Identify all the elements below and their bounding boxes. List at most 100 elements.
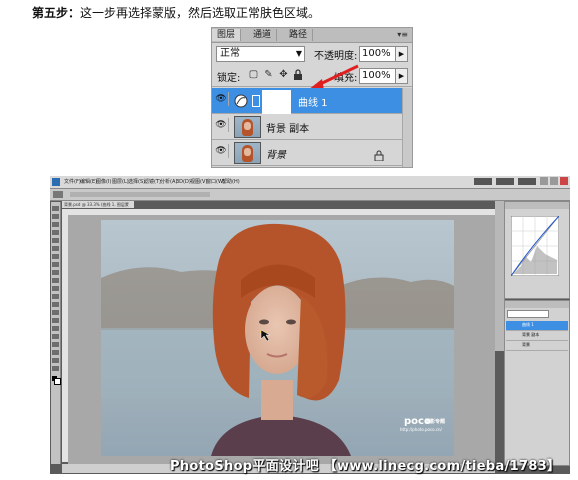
layers-scrollbar[interactable]: [402, 88, 412, 167]
tool-preset-icon[interactable]: [53, 191, 63, 198]
layers-panel-mini: 曲线 1 背景 副本 背景: [504, 300, 570, 466]
curves-graph[interactable]: [511, 216, 559, 276]
menu-file[interactable]: 文件(F): [64, 177, 81, 187]
stamp-tool-icon[interactable]: [52, 270, 59, 275]
mini-layer-row-background[interactable]: 背景: [506, 341, 568, 351]
eraser-tool-icon[interactable]: [52, 286, 59, 291]
pen-tool-icon[interactable]: [52, 318, 59, 323]
eye-icon[interactable]: 👁: [214, 92, 229, 106]
layer-name: 曲线 1: [298, 98, 328, 109]
workspace-button[interactable]: [518, 178, 536, 185]
mini-layer-name: 背景: [522, 342, 530, 347]
marquee-tool-icon[interactable]: [52, 214, 59, 219]
step-text: 这一步再选择蒙版，然后选取正常肤色区域。: [80, 6, 321, 20]
lasso-tool-icon[interactable]: [52, 222, 59, 227]
layer-row-background-copy[interactable]: 👁 背景 副本: [212, 114, 402, 140]
fill-slider-button[interactable]: ▶: [395, 68, 408, 84]
tab-channels[interactable]: 通道: [248, 29, 278, 41]
layer-thumbnail: [234, 116, 261, 138]
mini-blend-select[interactable]: [507, 310, 549, 318]
portrait-photo[interactable]: poco 摄影专题 http://photo.poco.cn/: [101, 220, 454, 456]
maximize-icon[interactable]: [550, 177, 558, 185]
photo-watermark-sub: 摄影专题: [425, 419, 446, 425]
mini-tabs[interactable]: [505, 301, 569, 308]
close-icon[interactable]: [560, 177, 568, 185]
lock-transparency-icon[interactable]: ▢: [248, 69, 259, 80]
step-label: 第五步：: [32, 6, 81, 20]
healing-tool-icon[interactable]: [52, 254, 59, 259]
move-tool-icon[interactable]: [52, 206, 59, 211]
eyedropper-tool-icon[interactable]: [52, 246, 59, 251]
blend-mode-value: 正常: [220, 48, 240, 59]
blur-tool-icon[interactable]: [52, 302, 59, 307]
layer-row-background[interactable]: 👁 背景: [212, 140, 402, 166]
ps-logo-icon: [52, 178, 60, 186]
layer-name: 背景 副本: [266, 124, 310, 135]
layers-panel: 图层 通道 路径 ▾≡ 正常 ▼ 不透明度: 100% ▶ 锁定: ▢ ✎ ✥ …: [211, 27, 413, 168]
toolbox: [51, 202, 61, 464]
panel-tabs: 图层 通道 路径 ▾≡: [212, 28, 412, 43]
photo-watermark-url: http://photo.poco.cn/: [400, 427, 442, 432]
tab-layers[interactable]: 图层: [212, 29, 242, 41]
panel-menu-icon[interactable]: ▾≡: [397, 30, 408, 39]
mini-layer-name: 曲线 1: [522, 322, 534, 327]
lock-label: 锁定:: [217, 73, 241, 84]
blend-mode-select[interactable]: 正常 ▼: [216, 46, 305, 62]
menu-filter[interactable]: 滤镜(T): [144, 177, 161, 187]
quick-select-tool-icon[interactable]: [52, 230, 59, 235]
lock-brush-icon[interactable]: ✎: [263, 69, 274, 80]
type-tool-icon[interactable]: [52, 326, 59, 331]
opacity-slider-button[interactable]: ▶: [395, 46, 408, 62]
brush-tool-icon[interactable]: [52, 262, 59, 267]
menu-3d[interactable]: 3D(D): [176, 177, 191, 187]
mini-layer-row-background-copy[interactable]: 背景 副本: [506, 331, 568, 341]
tab-paths[interactable]: 路径: [284, 29, 314, 41]
gradient-tool-icon[interactable]: [52, 294, 59, 299]
menu-image[interactable]: 图像(I): [96, 177, 111, 187]
blend-row: 正常 ▼ 不透明度: 100% ▶: [212, 44, 412, 64]
menu-bar: 文件(F) 编辑(E) 图像(I) 图层(L) 选择(S) 滤镜(T) 分析(A…: [50, 176, 570, 189]
layer-mask-thumbnail[interactable]: [262, 90, 291, 114]
minimize-icon[interactable]: [540, 177, 548, 185]
photoshop-window: 文件(F) 编辑(E) 图像(I) 图层(L) 选择(S) 滤镜(T) 分析(A…: [50, 176, 570, 474]
mini-layer-name: 背景 副本: [522, 332, 540, 337]
opacity-label: 不透明度:: [314, 51, 358, 62]
layer-row-curves[interactable]: 👁 曲线 1: [212, 88, 402, 114]
eye-icon[interactable]: 👁: [214, 144, 229, 158]
dodge-tool-icon[interactable]: [52, 310, 59, 315]
history-brush-icon[interactable]: [52, 278, 59, 283]
layer-thumbnail: [234, 142, 261, 164]
curves-adjustment-icon: [234, 93, 248, 108]
workspace-button[interactable]: [496, 178, 514, 185]
site-watermark: PhotoShop平面设计吧 【www.linecg.com/tieba/178…: [170, 459, 561, 474]
adjustments-panel: [504, 201, 570, 299]
background-color-swatch[interactable]: [54, 378, 61, 385]
menu-analysis[interactable]: 分析(A): [160, 177, 177, 187]
chevron-down-icon: ▼: [295, 49, 302, 58]
options-bar: [50, 189, 570, 201]
adjustments-tabs[interactable]: [505, 202, 569, 209]
workspace-button[interactable]: [474, 178, 492, 185]
document-tab[interactable]: 背景.psd @ 33.3% (曲线 1, 图层蒙版/8) *: [62, 201, 134, 214]
options-controls[interactable]: [70, 192, 210, 197]
fill-input[interactable]: 100%: [359, 68, 397, 84]
mini-layer-row-curves[interactable]: 曲线 1: [506, 321, 568, 331]
lock-move-icon[interactable]: ✥: [278, 69, 289, 80]
menu-view[interactable]: 视图(V): [190, 177, 207, 187]
eye-icon[interactable]: 👁: [214, 118, 229, 132]
layer-name: 背景: [266, 150, 286, 161]
step-heading: 第五步：这一步再选择蒙版，然后选取正常肤色区域。: [32, 4, 320, 21]
menu-help[interactable]: 帮助(H): [222, 177, 240, 187]
shape-tool-icon[interactable]: [52, 342, 59, 347]
menu-select[interactable]: 选择(S): [128, 177, 145, 187]
hand-tool-icon[interactable]: [52, 358, 59, 363]
menu-layer[interactable]: 图层(L): [112, 177, 129, 187]
opacity-input[interactable]: 100%: [359, 46, 397, 62]
zoom-tool-icon[interactable]: [52, 366, 59, 371]
crop-tool-icon[interactable]: [52, 238, 59, 243]
path-select-tool-icon[interactable]: [52, 334, 59, 339]
chain-link-icon[interactable]: [252, 95, 260, 107]
3d-tool-icon[interactable]: [52, 350, 59, 355]
lock-icon: [374, 146, 384, 162]
menu-edit[interactable]: 编辑(E): [80, 177, 97, 187]
